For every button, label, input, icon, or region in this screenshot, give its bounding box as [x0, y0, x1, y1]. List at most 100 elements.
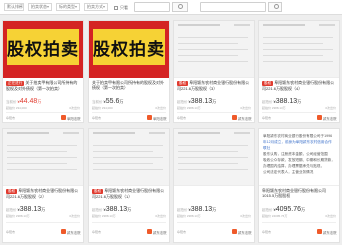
auction-card[interactable]: 股权拍卖 正在进行 关于拍卖甲有限公司所持有的股权及对外债权（第一次拍卖） 当前价…: [2, 20, 84, 123]
doc-text-line: [178, 43, 238, 44]
doc-text-line: [263, 61, 333, 62]
seal-text: 股权拍卖: [7, 39, 79, 60]
type-select[interactable]: 标的类型 ▾: [56, 3, 80, 11]
org-name[interactable]: 阜阳法院: [153, 116, 167, 121]
meta-left: 起拍价 ¥388.13万: [262, 106, 286, 110]
price-unit: 万: [212, 99, 217, 104]
divider: [92, 112, 166, 113]
court-icon: [232, 229, 237, 234]
doc-text-line: [93, 169, 163, 170]
doc-text-line: [93, 163, 153, 164]
card-title[interactable]: 关于拍卖甲有限公司所持有的股权及对外债权（第一次拍卖）: [92, 80, 166, 95]
filter-bar: 默认排序 ▾ 拍卖状态 ▾ 标的类型 ▾ 拍卖方式 ▾ 只看: [0, 0, 342, 15]
price-unit: 万: [297, 99, 302, 104]
auction-card[interactable]: 起拍价 ¥388.13万 起拍价 ¥388.13万 0次出价 阜阳市 颍东法院: [173, 128, 255, 243]
price-amount: 55.6: [105, 98, 120, 105]
method-select-label: 拍卖方式: [87, 4, 103, 9]
card-title[interactable]: 股权 阜阳颍东农村商业银行股份有限公司221.6万股股权（2）: [6, 188, 80, 203]
auction-image: 股权拍卖: [3, 21, 83, 78]
org-name[interactable]: 颍东法院: [238, 116, 252, 121]
search-button[interactable]: [172, 2, 188, 12]
doc-text-line: [7, 163, 67, 164]
meta-right: 0次出价: [325, 106, 336, 110]
doc-text-line: [263, 43, 323, 44]
chevron-down-icon: ▾: [102, 4, 105, 9]
court-icon: [61, 115, 66, 120]
doc-text-line: [7, 169, 77, 170]
doc-header-line: [319, 24, 335, 26]
price-unit: 万: [212, 207, 217, 212]
card-title[interactable]: 股权 阜阳颍东农村商业银行股份有限公司221.6万股股权（4）: [262, 80, 336, 95]
org-name[interactable]: 颍东法院: [153, 230, 167, 235]
document-image: [3, 129, 83, 186]
description-line: 公司法定代表人，主营业务情况: [263, 170, 314, 174]
card-title[interactable]: 股权 阜阳颍东农村商业银行股份有限公司221.6万股股权（1）: [92, 188, 166, 203]
card-title[interactable]: 正在进行 关于拍卖甲有限公司所持有的股权及对外债权（第一次拍卖）: [6, 80, 80, 95]
price: 当前价 ¥44.48万: [6, 98, 42, 105]
price-unit: 万: [37, 99, 42, 104]
auction-card[interactable]: 股权 阜阳颍东农村商业银行股份有限公司221.6万股股权（3） 起拍价 ¥388.…: [173, 20, 255, 123]
price: 起拍价 ¥388.13万: [262, 98, 302, 105]
auction-seal: 股权拍卖: [93, 29, 165, 65]
price: 起拍价 ¥388.13万: [92, 206, 132, 213]
doc-text-line: [178, 145, 248, 146]
org-location: 阜阳市: [177, 230, 187, 234]
divider: [6, 112, 80, 113]
doc-header-line: [263, 24, 305, 26]
price-amount: 388.13: [19, 206, 42, 213]
price-unit: 万: [41, 207, 46, 212]
chevron-down-icon: ▾: [74, 4, 77, 9]
keyword-search-button[interactable]: [268, 2, 282, 12]
auction-card[interactable]: 股权 阜阳颍东农村商业银行股份有限公司221.6万股股权（4） 起拍价 ¥388.…: [258, 20, 340, 123]
auction-card[interactable]: 股权 阜阳颍东农村商业银行股份有限公司221.6万股股权（2） 起拍价 ¥388.…: [2, 128, 84, 243]
price: 起拍价 ¥388.13万: [177, 206, 217, 213]
doc-text-line: [178, 37, 248, 38]
chevron-down-icon: ▾: [46, 4, 49, 9]
search-icon: [274, 4, 279, 9]
filter-checkbox[interactable]: 只看: [114, 4, 128, 11]
search-input[interactable]: [134, 2, 170, 12]
court-icon: [317, 115, 322, 120]
org-location: 阜阳市: [6, 230, 16, 234]
doc-text-line: [178, 55, 238, 56]
price-amount: 388.13: [105, 206, 128, 213]
auction-image: 股权拍卖: [89, 21, 169, 78]
seal-text: 股权拍卖: [93, 39, 165, 60]
meta-left: 起拍价 ¥388.13万: [6, 214, 30, 218]
doc-text-line: [178, 163, 238, 164]
meta-right: 0次出价: [240, 214, 251, 218]
org-name[interactable]: 颍东法院: [238, 230, 252, 235]
price: 起拍价 ¥388.13万: [177, 98, 217, 105]
card-title[interactable]: 阜阳颍东农村商业银行股份有限公司1015.5万股股权: [262, 188, 336, 203]
org-name[interactable]: 颍东法院: [323, 116, 337, 121]
type-select-label: 标的类型: [59, 4, 75, 9]
doc-header-line: [234, 132, 250, 134]
doc-text-line: [93, 157, 163, 158]
doc-header-line: [149, 132, 165, 134]
auction-card[interactable]: 阜阳颍东农村商业银行股份有限公司于1996 年12月成立，前身为阜阳颍东农村信用…: [258, 128, 340, 243]
org-name[interactable]: 阜阳法院: [67, 116, 81, 121]
keyword-input[interactable]: [200, 2, 266, 12]
meta-left: 起拍价 ¥34,000: [92, 106, 113, 110]
meta-right: 0次出价: [240, 106, 251, 110]
card-meta: 起拍价 ¥388.13万 0次出价: [177, 214, 251, 218]
org-name[interactable]: 颍东法院: [67, 230, 81, 235]
card-title[interactable]: 股权 阜阳颍东农村商业银行股份有限公司221.6万股股权（3）: [177, 80, 251, 95]
price-amount: 388.13: [190, 98, 213, 105]
auction-card[interactable]: 股权拍卖 关于拍卖甲有限公司所持有的股权及对外债权（第一次拍卖） 当前价 ¥55…: [88, 20, 170, 123]
org-name[interactable]: 颍东法院: [323, 230, 337, 235]
status-select[interactable]: 拍卖状态 ▾: [28, 3, 52, 11]
card-meta: 起拍价 ¥388.13万 0次出价: [177, 106, 251, 110]
method-select[interactable]: 拍卖方式 ▾: [84, 3, 108, 11]
checkbox-icon: [114, 5, 118, 10]
org-location: 阜阳市: [262, 116, 272, 120]
org-location: 阜阳市: [177, 116, 187, 120]
card-title[interactable]: [177, 188, 251, 203]
auction-card[interactable]: 股权 阜阳颍东农村商业银行股份有限公司221.6万股股权（1） 起拍价 ¥388.…: [88, 128, 170, 243]
description-line: 年12月成立，前身为阜阳颍东农村信用合作联社: [263, 140, 332, 150]
divider: [262, 222, 336, 223]
doc-text-line: [93, 151, 153, 152]
sort-select[interactable]: 默认排序 ▾: [4, 3, 24, 11]
divider: [6, 222, 80, 223]
card-meta: 起拍价 ¥388.13万 0次出价: [6, 214, 80, 218]
